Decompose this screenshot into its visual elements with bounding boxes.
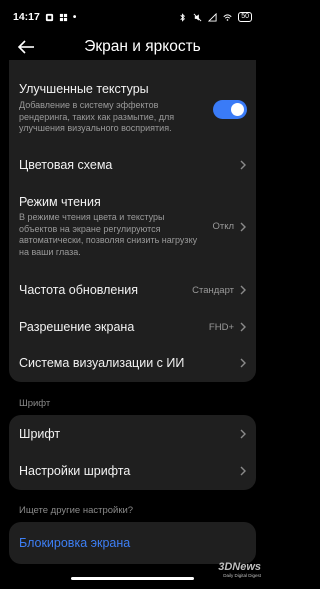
watermark-logo: 3DNews Daily Digital Digest <box>218 561 261 579</box>
status-left: 14:17 • <box>13 11 76 23</box>
font-settings-title: Настройки шрифта <box>19 464 131 478</box>
chevron-right-icon <box>240 429 246 439</box>
font-settings-row[interactable]: Настройки шрифта <box>9 453 256 490</box>
back-arrow-icon[interactable] <box>16 36 36 58</box>
reading-mode-value: Откл <box>212 221 234 232</box>
screen-resolution-title: Разрешение экрана <box>19 320 135 334</box>
font-title: Шрифт <box>19 427 61 441</box>
font-section-label: Шрифт <box>19 398 51 409</box>
enhanced-textures-title: Улучшенные текстуры <box>19 82 149 96</box>
watermark-sub: Daily Digital Digest <box>223 573 261 578</box>
chevron-right-icon <box>240 160 246 170</box>
ai-visualization-row[interactable]: Система визуализации с ИИ <box>9 349 256 382</box>
reading-mode-title: Режим чтения <box>19 195 101 209</box>
reading-mode-row[interactable]: Режим чтения В режиме чтения цвета и тек… <box>9 185 256 275</box>
color-scheme-row[interactable]: Цветовая схема <box>9 146 256 182</box>
chevron-right-icon <box>240 285 246 295</box>
font-settings-card: Шрифт Настройки шрифта <box>9 415 256 490</box>
display-settings-card: Улучшенные текстуры Добавление в систему… <box>9 60 256 382</box>
enhanced-textures-description: Добавление в систему эффектов рендеринга… <box>19 100 175 133</box>
enhanced-textures-row[interactable]: Улучшенные текстуры Добавление в систему… <box>9 60 256 146</box>
screen-resolution-value: FHD+ <box>208 322 234 333</box>
enhanced-textures-toggle[interactable] <box>213 100 247 119</box>
notification-grid-icon <box>59 13 67 21</box>
battery-indicator: 50 <box>238 12 252 22</box>
refresh-rate-row[interactable]: Частота обновления Стандарт <box>9 275 256 311</box>
signal-off-icon <box>208 12 217 22</box>
status-right: 50 <box>178 12 252 22</box>
screen-lock-link[interactable]: Блокировка экрана <box>19 536 130 550</box>
mute-icon <box>193 13 202 21</box>
color-scheme-title: Цветовая схема <box>19 158 113 172</box>
refresh-rate-value: Стандарт <box>192 285 234 296</box>
ai-visualization-title: Система визуализации с ИИ <box>19 356 185 370</box>
refresh-rate-title: Частота обновления <box>19 283 139 297</box>
other-settings-label: Ищете другие настройки? <box>19 505 134 516</box>
more-notifications-icon: • <box>72 11 77 23</box>
watermark-main: 3DNews <box>218 561 261 573</box>
font-row[interactable]: Шрифт <box>9 415 256 453</box>
notification-app-icon <box>45 13 53 21</box>
reading-mode-description: В режиме чтения цвета и текстуры объекто… <box>19 212 198 257</box>
status-time: 14:17 <box>13 11 40 23</box>
home-indicator[interactable] <box>71 577 194 580</box>
status-bar: 14:17 • 50 <box>0 0 265 34</box>
page-title: Экран и яркость <box>84 38 201 55</box>
chevron-right-icon <box>240 322 246 332</box>
chevron-right-icon <box>240 466 246 476</box>
wifi-icon <box>223 13 232 21</box>
other-settings-card: Блокировка экрана <box>9 522 256 564</box>
screen-resolution-row[interactable]: Разрешение экрана FHD+ <box>9 313 256 349</box>
chevron-right-icon <box>240 222 246 232</box>
chevron-right-icon <box>240 358 246 368</box>
page-header: Экран и яркость <box>0 34 265 60</box>
bluetooth-icon <box>180 12 186 22</box>
